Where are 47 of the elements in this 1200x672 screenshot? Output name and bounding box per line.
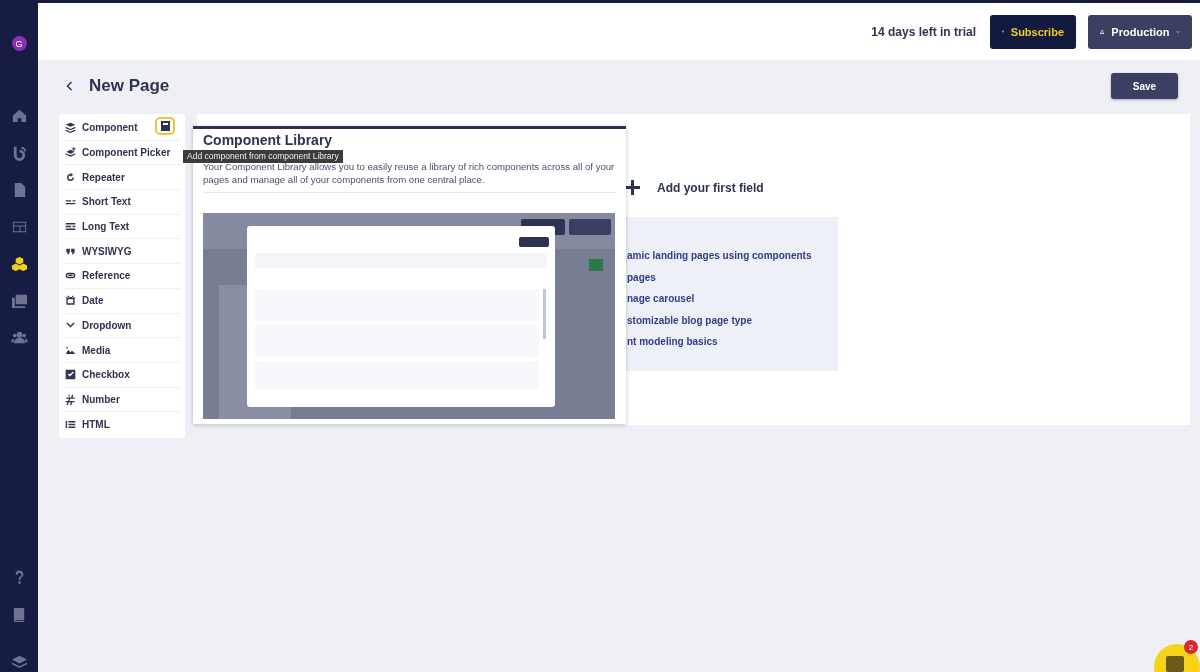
cubes-icon[interactable] bbox=[10, 255, 28, 272]
images-icon[interactable] bbox=[10, 292, 28, 309]
help-link[interactable]: nage carousel bbox=[627, 293, 812, 307]
field-icon bbox=[65, 344, 76, 356]
notification-badge: 2 bbox=[1184, 640, 1198, 654]
field-type-item[interactable]: Checkbox bbox=[63, 362, 181, 388]
field-type-item[interactable]: Component bbox=[63, 116, 181, 141]
field-icon bbox=[65, 147, 76, 159]
home-icon[interactable] bbox=[10, 107, 28, 124]
library-button[interactable] bbox=[155, 117, 175, 135]
user-avatar[interactable]: G bbox=[11, 36, 27, 51]
field-icon bbox=[65, 319, 76, 331]
field-icon bbox=[65, 393, 76, 405]
field-type-item[interactable]: Reference bbox=[63, 264, 181, 289]
field-type-item[interactable]: WYSIWYG bbox=[63, 239, 181, 265]
trial-notice: 14 days left in trial bbox=[871, 24, 976, 39]
help-link[interactable]: amic landing pages using components bbox=[627, 250, 812, 264]
field-type-item[interactable]: Number bbox=[63, 387, 181, 413]
book-icon bbox=[160, 121, 170, 131]
field-type-item[interactable]: Dropdown bbox=[63, 313, 181, 339]
save-button[interactable]: Save bbox=[1111, 73, 1178, 99]
help-link[interactable]: stomizable blog page type bbox=[627, 314, 812, 329]
users-icon[interactable] bbox=[10, 329, 28, 346]
popup-title: Component Library bbox=[203, 132, 334, 148]
plus-icon[interactable] bbox=[625, 180, 640, 195]
page-title: New Page bbox=[89, 76, 171, 96]
help-link[interactable]: nt modeling basics bbox=[627, 336, 812, 350]
field-icon bbox=[65, 171, 76, 183]
field-type-item[interactable]: Media bbox=[63, 338, 181, 363]
field-icon bbox=[65, 122, 76, 134]
environment-dropdown[interactable]: Production bbox=[1088, 14, 1192, 49]
field-type-item[interactable]: Repeater bbox=[63, 165, 181, 191]
field-type-item[interactable]: Date bbox=[63, 288, 181, 314]
field-type-item[interactable]: Short Text bbox=[63, 190, 181, 215]
field-icon bbox=[65, 369, 76, 381]
field-type-item[interactable]: Component Picker bbox=[63, 140, 181, 166]
field-icon bbox=[65, 221, 76, 233]
help-link[interactable]: pages bbox=[627, 271, 812, 286]
field-icon bbox=[65, 295, 76, 307]
library-tooltip: Add component from component Library bbox=[183, 150, 343, 163]
field-type-item[interactable]: HTML bbox=[63, 412, 181, 436]
field-type-item[interactable]: Long Text bbox=[63, 214, 181, 240]
subscribe-button[interactable]: Subscribe bbox=[990, 14, 1076, 49]
back-chevron-icon[interactable] bbox=[66, 81, 73, 91]
field-icon bbox=[65, 418, 76, 430]
add-field-label[interactable]: Add your first field bbox=[657, 180, 764, 195]
layers-icon[interactable] bbox=[10, 653, 28, 670]
